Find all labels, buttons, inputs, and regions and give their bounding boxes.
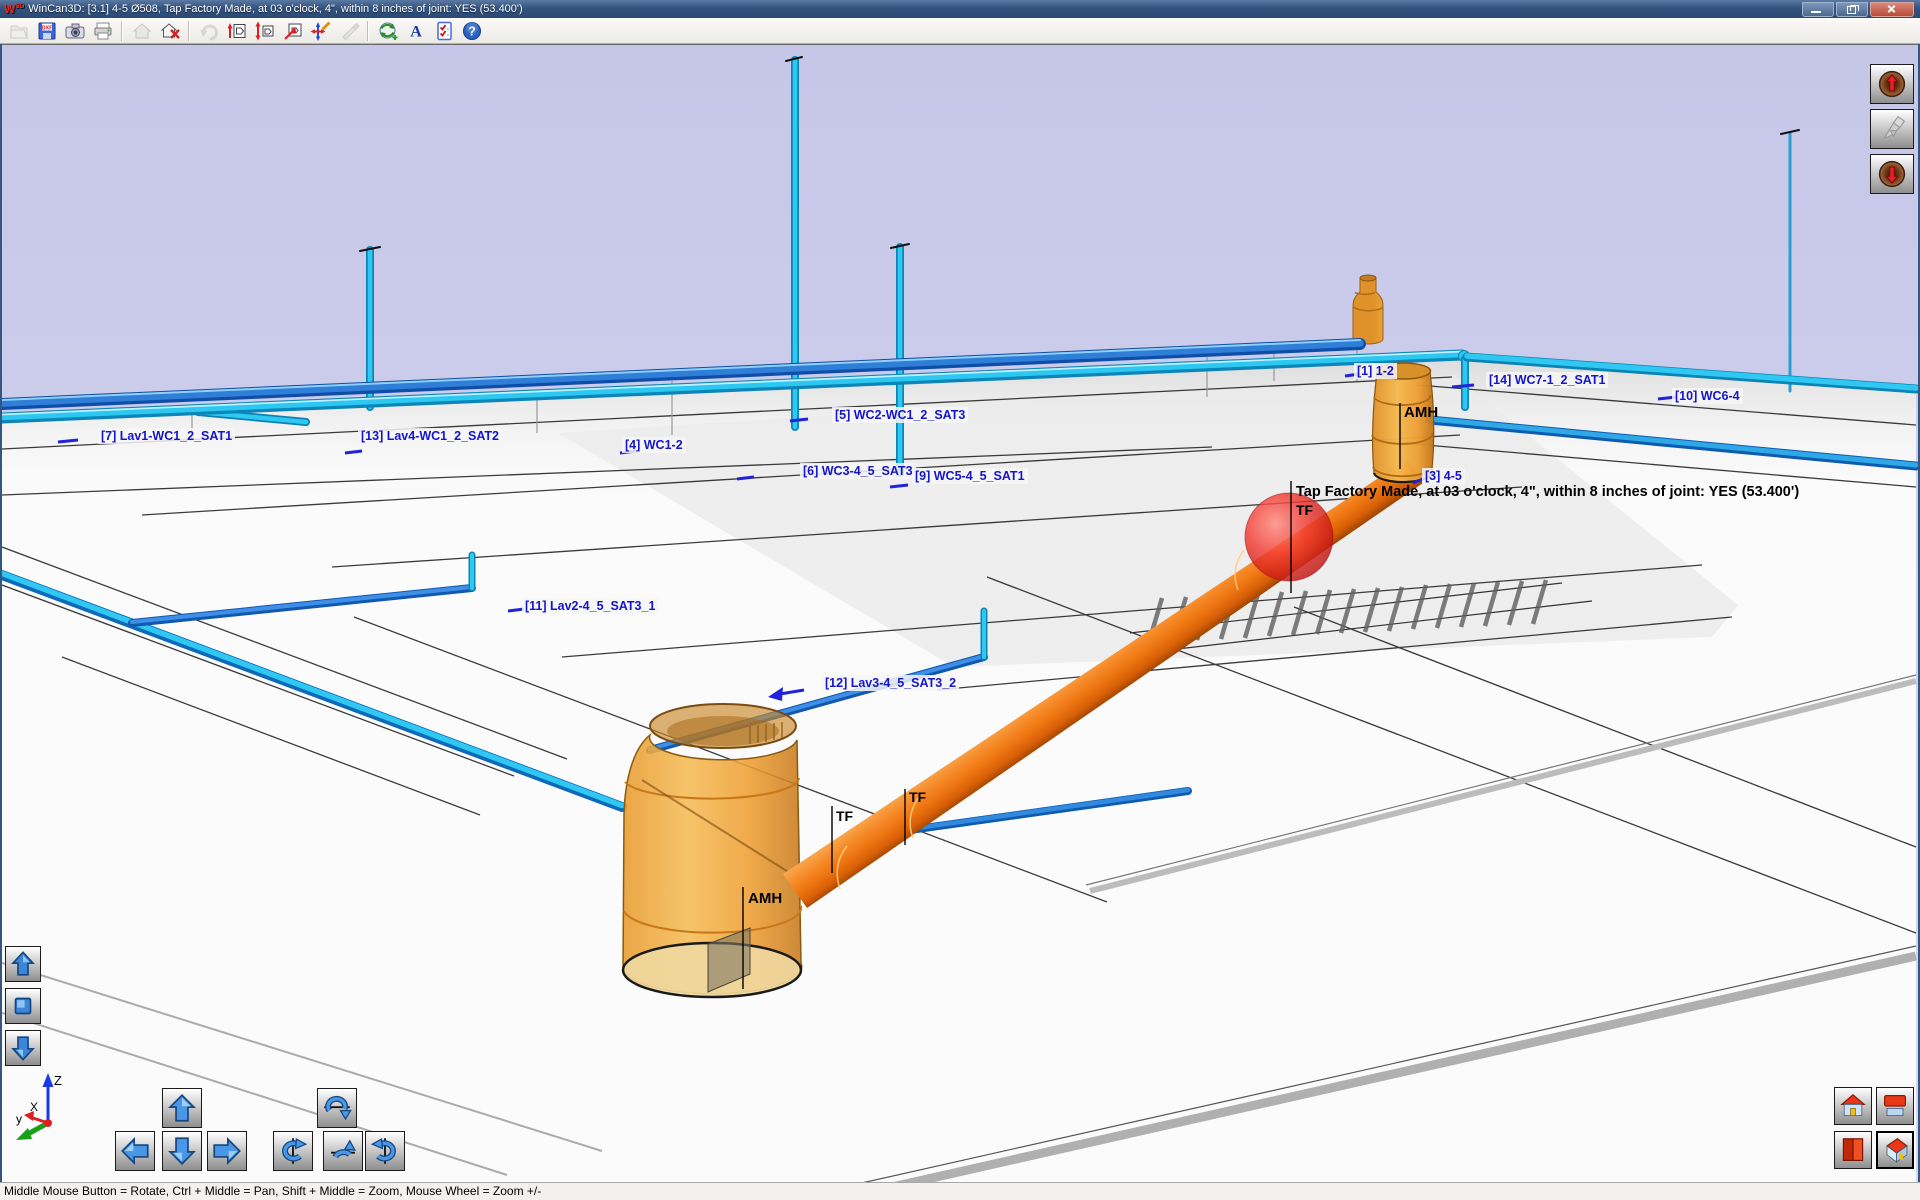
amh-label: AMH: [1404, 404, 1438, 421]
snapshot-camera-button[interactable]: [62, 19, 87, 42]
manhole-amh-small[interactable]: [1372, 363, 1434, 482]
pipe-upstream-button[interactable]: [1870, 64, 1914, 104]
window-title: WinCan3D: [3.1] 4-5 Ø508, Tap Factory Ma…: [28, 3, 1802, 15]
pan-view-button[interactable]: [280, 19, 305, 42]
pipe-lateral-button[interactable]: [1870, 109, 1914, 149]
rotate-left-button[interactable]: [273, 1131, 313, 1171]
tilt-up-button[interactable]: [5, 946, 41, 982]
observation-list-button[interactable]: [431, 19, 456, 42]
3d-viewport[interactable]: AMH AMH TF TF Tap Factory Made, at 03 o'…: [2, 44, 1918, 1183]
help-button[interactable]: ?: [459, 19, 484, 42]
3d-scene: AMH AMH TF TF Tap Factory Made, at 03 o'…: [2, 45, 1918, 1183]
toolbar-separator: [367, 21, 369, 41]
tf-label: TF: [909, 789, 927, 805]
view-top-button[interactable]: [1876, 1087, 1914, 1125]
section-label-4[interactable]: [4] WC1-2: [622, 437, 686, 453]
rotate-view-button[interactable]: [224, 19, 249, 42]
view-side-button[interactable]: [1834, 1131, 1872, 1169]
pan-right-button[interactable]: [207, 1131, 247, 1171]
remove-view-button[interactable]: [157, 19, 182, 42]
view-front-button[interactable]: [1834, 1087, 1872, 1125]
title-bar: W3D WinCan3D: [3.1] 4-5 Ø508, Tap Factor…: [0, 0, 1920, 18]
close-button[interactable]: [1870, 2, 1914, 17]
section-label-6[interactable]: [6] WC3-4_5_SAT3: [800, 463, 916, 479]
pan-down-button[interactable]: [162, 1131, 202, 1171]
axis-z-label: Z: [54, 1073, 62, 1088]
refresh-3d-button[interactable]: [375, 19, 400, 42]
defect-tooltip-tag: TF: [1296, 502, 1314, 518]
section-label-10[interactable]: [10] WC6-4: [1672, 388, 1743, 404]
main-toolbar: DXF A ?: [0, 18, 1920, 44]
section-label-12[interactable]: [12] Lav3-4_5_SAT3_2: [822, 675, 959, 691]
text-labels-button[interactable]: A: [403, 19, 428, 42]
save-dxf-button[interactable]: DXF: [34, 19, 59, 42]
edit-annotation-button[interactable]: [336, 19, 361, 42]
home-view-button[interactable]: [129, 19, 154, 42]
axis-y-label: y: [16, 1112, 22, 1126]
section-label-5[interactable]: [5] WC2-WC1_2_SAT3: [832, 407, 968, 423]
minimize-button[interactable]: [1802, 2, 1834, 17]
tf-label: TF: [836, 808, 854, 824]
section-label-3[interactable]: [3] 4-5: [1422, 468, 1465, 484]
section-label-1[interactable]: [1] 1-2: [1354, 363, 1397, 379]
status-bar: Middle Mouse Button = Rotate, Ctrl + Mid…: [0, 1182, 1920, 1200]
toolbar-separator: [188, 21, 190, 41]
svg-text:DXF: DXF: [41, 25, 53, 31]
view-3d-button[interactable]: [1876, 1131, 1914, 1169]
section-label-9[interactable]: [9] WC5-4_5_SAT1: [912, 468, 1028, 484]
restore-button[interactable]: [1836, 2, 1868, 17]
rotate-up-button[interactable]: [323, 1131, 363, 1171]
rotate-right-button[interactable]: [365, 1131, 405, 1171]
toolbar-separator: [121, 21, 123, 41]
pan-left-button[interactable]: [115, 1131, 155, 1171]
rotate-pitch-button[interactable]: [317, 1088, 357, 1128]
amh-label: AMH: [748, 890, 782, 907]
tilt-down-button[interactable]: [5, 1030, 41, 1066]
print-button[interactable]: [90, 19, 115, 42]
pipe-downstream-button[interactable]: [1870, 154, 1914, 194]
open-file-button[interactable]: [6, 19, 31, 42]
defect-sphere[interactable]: [1245, 493, 1333, 581]
section-label-7[interactable]: [7] Lav1-WC1_2_SAT1: [98, 428, 235, 444]
view-center-button[interactable]: [5, 988, 41, 1024]
status-hint: Middle Mouse Button = Rotate, Ctrl + Mid…: [4, 1184, 541, 1198]
defect-tooltip-text: Tap Factory Made, at 03 o'clock, 4", wit…: [1296, 484, 1799, 500]
svg-text:?: ?: [468, 24, 476, 38]
axis-x-label: X: [30, 1100, 38, 1114]
section-label-13[interactable]: [13] Lav4-WC1_2_SAT2: [358, 428, 502, 444]
flip-view-button[interactable]: [252, 19, 277, 42]
move-annotation-button[interactable]: [308, 19, 333, 42]
undo-button[interactable]: [196, 19, 221, 42]
section-label-11[interactable]: [11] Lav2-4_5_SAT3_1: [522, 598, 658, 614]
svg-text:A: A: [410, 23, 422, 40]
section-label-14[interactable]: [14] WC7-1_2_SAT1: [1486, 372, 1608, 388]
pan-up-button[interactable]: [162, 1088, 202, 1128]
app-logo-icon: W3D: [4, 2, 24, 16]
